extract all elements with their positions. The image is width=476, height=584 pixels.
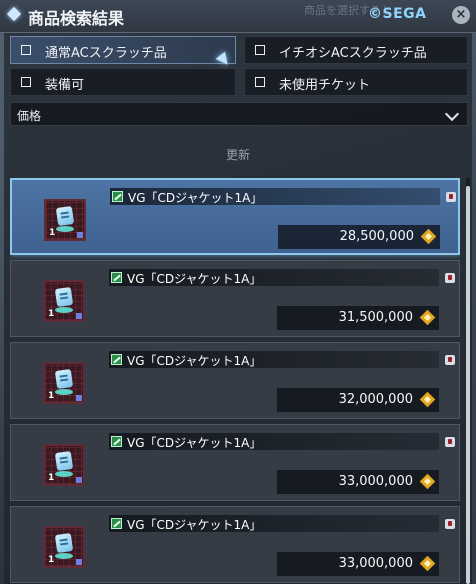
- filter-unused-ticket[interactable]: 未使用チケット: [244, 68, 468, 96]
- item-name: VG「CDジャケット1A」: [127, 436, 262, 450]
- weapon-camo-icon: [112, 191, 123, 202]
- item-name-bar: VG「CDジャケット1A」: [110, 188, 440, 205]
- weapon-camo-icon: [111, 436, 122, 447]
- window-title: 商品検索結果: [28, 9, 125, 28]
- item-name: VG「CDジャケット1A」: [127, 354, 262, 368]
- rarity-corner-icon: [76, 313, 82, 319]
- item-thumbnail: 1: [43, 526, 85, 568]
- rarity-corner-icon: [76, 395, 82, 401]
- filter-label: 未使用チケット: [279, 78, 371, 93]
- title-bar: 商品検索結果 商品を選択すると… ©SEGA ×: [0, 0, 476, 33]
- chevron-down-icon: [444, 106, 460, 122]
- filter-label: 通常ACスクラッチ品: [45, 46, 167, 61]
- sort-selected-value: 価格: [17, 109, 42, 123]
- result-item[interactable]: 1 VG「CDジャケット1A」 33,000,000: [10, 424, 460, 501]
- close-icon[interactable]: ×: [452, 6, 470, 24]
- meseta-icon: [419, 391, 436, 408]
- item-flag-icon: [445, 437, 455, 447]
- title-diamond-icon: [6, 6, 22, 22]
- ticket-icon: [54, 532, 74, 554]
- filter-label: 装備可: [45, 78, 85, 93]
- disc-icon: [56, 226, 74, 232]
- item-thumbnail: 1: [43, 280, 85, 322]
- meseta-icon: [419, 555, 436, 572]
- filter-equippable[interactable]: 装備可: [10, 68, 236, 96]
- item-name: VG「CDジャケット1A」: [127, 518, 262, 532]
- item-price: 31,500,000: [338, 310, 413, 325]
- item-price: 28,500,000: [339, 229, 414, 244]
- rarity-corner-icon: [76, 477, 82, 483]
- disc-icon: [55, 471, 73, 477]
- item-thumbnail: 1: [44, 199, 86, 241]
- price-box: 32,000,000: [277, 388, 439, 412]
- item-flag-icon: [445, 355, 455, 365]
- item-flag-icon: [445, 519, 455, 529]
- meseta-icon: [419, 473, 436, 490]
- weapon-camo-icon: [111, 354, 122, 365]
- meseta-icon: [419, 309, 436, 326]
- item-name-bar: VG「CDジャケット1A」: [109, 351, 439, 368]
- item-quantity: 1: [48, 391, 55, 401]
- price-box: 33,000,000: [277, 470, 439, 494]
- checkbox[interactable]: [21, 45, 31, 55]
- item-thumbnail: 1: [43, 362, 85, 404]
- item-quantity: 1: [48, 555, 55, 565]
- disc-icon: [55, 307, 73, 313]
- result-item[interactable]: 1 VG「CDジャケット1A」 32,000,000: [10, 342, 460, 419]
- weapon-camo-icon: [111, 518, 122, 529]
- checkbox[interactable]: [21, 77, 31, 87]
- item-flag-icon: [446, 192, 456, 202]
- update-button[interactable]: 更新: [0, 146, 476, 163]
- filter-recommended-ac-scratch[interactable]: イチオシACスクラッチ品: [244, 36, 468, 64]
- result-item[interactable]: 1 VG「CDジャケット1A」 31,500,000: [10, 260, 460, 337]
- rarity-corner-icon: [77, 232, 83, 238]
- item-flag-icon: [445, 273, 455, 283]
- price-box: 31,500,000: [277, 306, 439, 330]
- item-price: 33,000,000: [338, 556, 413, 571]
- filter-label: イチオシACスクラッチ品: [279, 46, 427, 61]
- ticket-icon: [54, 286, 74, 308]
- copyright: ©SEGA: [368, 6, 427, 22]
- item-name: VG「CDジャケット1A」: [127, 272, 262, 286]
- item-price: 33,000,000: [338, 474, 413, 489]
- scrollbar-thumb[interactable]: [466, 186, 470, 584]
- item-price: 32,000,000: [338, 392, 413, 407]
- item-quantity: 1: [48, 309, 55, 319]
- item-quantity: 1: [48, 473, 55, 483]
- result-item[interactable]: 1 VG「CDジャケット1A」 33,000,000: [10, 506, 460, 583]
- ticket-icon: [54, 368, 74, 390]
- results-list: 1 VG「CDジャケット1A」 28,500,000 1 VG「CDジャケット1…: [10, 178, 460, 584]
- item-thumbnail: 1: [43, 444, 85, 486]
- item-name-bar: VG「CDジャケット1A」: [109, 433, 439, 450]
- item-name: VG「CDジャケット1A」: [128, 191, 263, 205]
- filter-normal-ac-scratch[interactable]: 通常ACスクラッチ品: [10, 36, 236, 64]
- price-box: 33,000,000: [277, 552, 439, 576]
- checkbox[interactable]: [255, 77, 265, 87]
- ticket-icon: [55, 205, 75, 227]
- checkbox[interactable]: [255, 45, 265, 55]
- price-box: 28,500,000: [278, 225, 440, 249]
- disc-icon: [55, 389, 73, 395]
- rarity-corner-icon: [76, 559, 82, 565]
- ticket-icon: [54, 450, 74, 472]
- result-item[interactable]: 1 VG「CDジャケット1A」 28,500,000: [10, 178, 460, 255]
- weapon-camo-icon: [111, 272, 122, 283]
- item-quantity: 1: [49, 228, 56, 238]
- item-name-bar: VG「CDジャケット1A」: [109, 269, 439, 286]
- item-name-bar: VG「CDジャケット1A」: [109, 515, 439, 532]
- meseta-icon: [420, 228, 437, 245]
- sort-dropdown[interactable]: 価格: [10, 102, 468, 126]
- disc-icon: [55, 553, 73, 559]
